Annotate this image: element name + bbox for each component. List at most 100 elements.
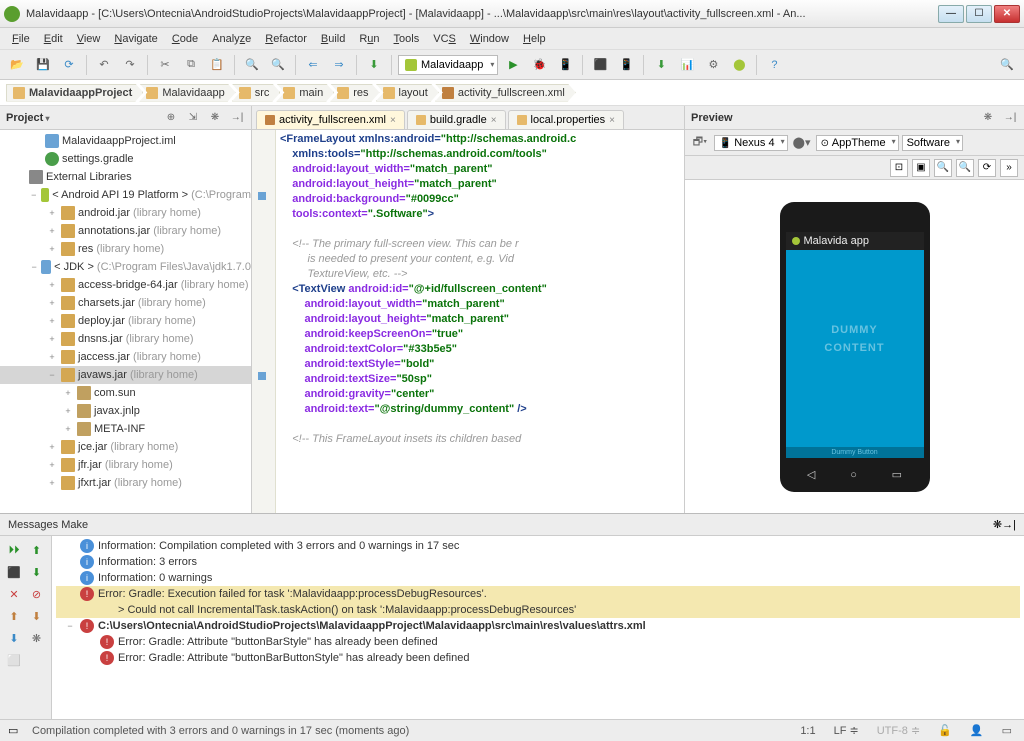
message-row[interactable]: !Error: Gradle: Execution failed for tas… xyxy=(56,586,1020,602)
message-row[interactable]: −!C:\Users\Ontecnia\AndroidStudioProject… xyxy=(56,618,1020,634)
menu-window[interactable]: Window xyxy=(464,31,515,47)
zoom-out-icon[interactable]: 🔍 xyxy=(956,159,974,177)
scroll-from-source-icon[interactable]: ⊕ xyxy=(163,110,179,126)
avd-icon[interactable]: 📱 xyxy=(615,54,637,76)
attach-icon[interactable]: 📱 xyxy=(554,54,576,76)
undo-icon[interactable]: ↶ xyxy=(93,54,115,76)
filter-icon[interactable]: ⊘ xyxy=(27,584,47,604)
menu-refactor[interactable]: Refactor xyxy=(259,31,313,47)
editor-tab[interactable]: local.properties× xyxy=(508,110,624,129)
menu-tools[interactable]: Tools xyxy=(388,31,426,47)
editor-tab[interactable]: build.gradle× xyxy=(407,110,506,129)
api-icon[interactable]: ⬤▾ xyxy=(791,132,813,154)
tree-item[interactable]: −javaws.jar (library home) xyxy=(0,366,251,384)
lock-icon[interactable]: 🔓 xyxy=(934,724,956,737)
help-icon[interactable]: ? xyxy=(763,54,785,76)
run-config-select[interactable]: Malavidaapp xyxy=(398,55,498,75)
zoom-actual-icon[interactable]: ▣ xyxy=(912,159,930,177)
menu-navigate[interactable]: Navigate xyxy=(108,31,163,47)
monitor-icon[interactable]: 📊 xyxy=(676,54,698,76)
message-row[interactable]: > Could not call IncrementalTask.taskAct… xyxy=(56,602,1020,618)
mem-icon[interactable]: ▭ xyxy=(998,724,1016,737)
refresh-icon[interactable]: ⟳ xyxy=(978,159,996,177)
tree-item[interactable]: +charsets.jar (library home) xyxy=(0,294,251,312)
tree-item[interactable]: +annotations.jar (library home) xyxy=(0,222,251,240)
gutter-marker[interactable] xyxy=(258,372,266,380)
menu-file[interactable]: File xyxy=(6,31,36,47)
copy-icon[interactable]: ⧉ xyxy=(180,54,202,76)
messages-list[interactable]: iInformation: Compilation completed with… xyxy=(52,536,1024,719)
tree-item[interactable]: +res (library home) xyxy=(0,240,251,258)
preview-hide-icon[interactable]: →| xyxy=(1002,110,1018,126)
tree-item[interactable]: +deploy.jar (library home) xyxy=(0,312,251,330)
tree-item[interactable]: +jce.jar (library home) xyxy=(0,438,251,456)
theme-select[interactable]: ⊙ AppTheme xyxy=(816,135,899,151)
gutter-marker[interactable] xyxy=(258,192,266,200)
make-icon[interactable]: ⬇ xyxy=(363,54,385,76)
close2-icon[interactable]: ✕ xyxy=(4,584,24,604)
tab-close-icon[interactable]: × xyxy=(390,115,396,126)
tree-item[interactable]: +META-INF xyxy=(0,420,251,438)
orientation-icon[interactable]: 🗗▾ xyxy=(689,132,711,154)
tree-item[interactable]: +android.jar (library home) xyxy=(0,204,251,222)
sync-icon[interactable]: ⟳ xyxy=(58,54,80,76)
render-select[interactable]: Software xyxy=(902,135,963,151)
collapse2-icon[interactable]: ⬜ xyxy=(4,650,24,670)
crumb-module[interactable]: Malavidaapp xyxy=(139,84,235,102)
open-icon[interactable]: 📂 xyxy=(6,54,28,76)
crumb-project[interactable]: MalavidaappProject xyxy=(6,84,143,102)
menu-vcs[interactable]: VCS xyxy=(427,31,462,47)
tree-item[interactable]: +jaccess.jar (library home) xyxy=(0,348,251,366)
more-icon[interactable]: » xyxy=(1000,159,1018,177)
hide-icon[interactable]: →| xyxy=(229,110,245,126)
menu-build[interactable]: Build xyxy=(315,31,351,47)
tree-item[interactable]: +com.sun xyxy=(0,384,251,402)
encoding[interactable]: UTF-8 ≑ xyxy=(873,724,924,737)
caret-pos[interactable]: 1:1 xyxy=(796,725,819,737)
stop-icon[interactable]: ⬛ xyxy=(589,54,611,76)
crumb-file[interactable]: activity_fullscreen.xml xyxy=(435,84,576,102)
tree-item[interactable]: −< Android API 19 Platform > (C:\Program xyxy=(0,186,251,204)
run-icon[interactable]: ▶ xyxy=(502,54,524,76)
message-row[interactable]: !Error: Gradle: Attribute "buttonBarStyl… xyxy=(56,634,1020,650)
forward-icon[interactable]: ⇒ xyxy=(328,54,350,76)
editor-tab[interactable]: activity_fullscreen.xml× xyxy=(256,110,405,129)
menu-view[interactable]: View xyxy=(71,31,107,47)
messages-hide-icon[interactable]: →| xyxy=(1002,519,1016,531)
crumb-layout[interactable]: layout xyxy=(376,84,439,102)
zoom-in-icon[interactable]: 🔍 xyxy=(934,159,952,177)
message-row[interactable]: iInformation: 0 warnings xyxy=(56,570,1020,586)
maximize-button[interactable]: ☐ xyxy=(966,5,992,23)
up-icon[interactable]: ⬆ xyxy=(27,540,47,560)
menu-code[interactable]: Code xyxy=(166,31,204,47)
stop2-icon[interactable]: ⬛ xyxy=(4,562,24,582)
crumb-main[interactable]: main xyxy=(276,84,334,102)
tree-item[interactable]: −< JDK > (C:\Program Files\Java\jdk1.7.0 xyxy=(0,258,251,276)
message-row[interactable]: iInformation: 3 errors xyxy=(56,554,1020,570)
tree-item[interactable]: +javax.jnlp xyxy=(0,402,251,420)
crumb-res[interactable]: res xyxy=(330,84,379,102)
menu-run[interactable]: Run xyxy=(353,31,385,47)
device-select[interactable]: 📱 Nexus 4 xyxy=(714,135,788,151)
settings-gear-icon[interactable]: ❋ xyxy=(207,110,223,126)
message-row[interactable]: !Error: Gradle: Attribute "buttonBarButt… xyxy=(56,650,1020,666)
save-icon[interactable]: 💾 xyxy=(32,54,54,76)
search-icon[interactable]: 🔍 xyxy=(996,54,1018,76)
prev-icon[interactable]: ⬇ xyxy=(4,628,24,648)
editor-gutter[interactable] xyxy=(252,130,276,513)
down-icon[interactable]: ⬇ xyxy=(27,562,47,582)
import-icon[interactable]: ⬇ xyxy=(27,606,47,626)
crumb-src[interactable]: src xyxy=(232,84,281,102)
hector-icon[interactable]: 👤 xyxy=(966,724,988,737)
preview-settings-icon[interactable]: ❋ xyxy=(980,110,996,126)
close-button[interactable]: ✕ xyxy=(994,5,1020,23)
tab-close-icon[interactable]: × xyxy=(491,115,497,126)
menu-edit[interactable]: Edit xyxy=(38,31,69,47)
project-view-select[interactable]: Project xyxy=(6,112,157,124)
project-tree[interactable]: MalavidaappProject.imlsettings.gradleExt… xyxy=(0,130,251,513)
tree-item[interactable]: settings.gradle xyxy=(0,150,251,168)
messages-settings-icon[interactable]: ❋ xyxy=(993,518,1002,531)
code-editor[interactable]: <FrameLayout xmlns:android="http://schem… xyxy=(276,130,684,513)
tree-item[interactable]: MalavidaappProject.iml xyxy=(0,132,251,150)
message-row[interactable]: iInformation: Compilation completed with… xyxy=(56,538,1020,554)
